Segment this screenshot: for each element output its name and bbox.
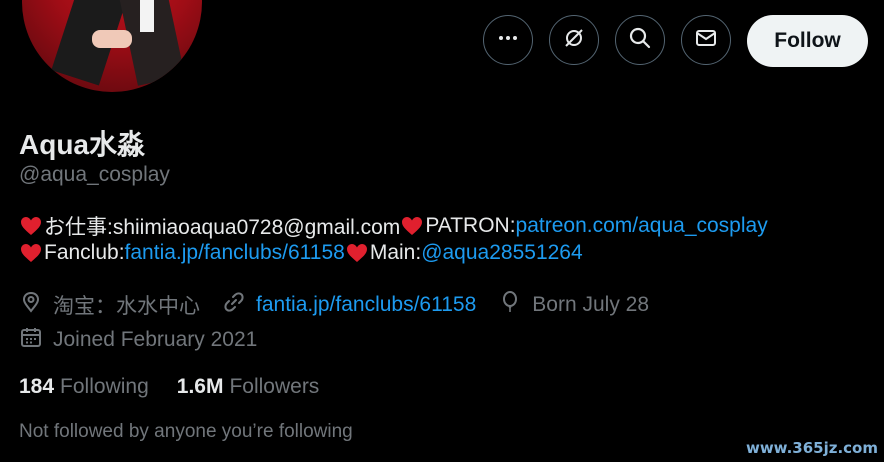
follow-stats: 184 Following 1.6M Followers (19, 375, 347, 399)
bio-text: Main: (369, 241, 422, 264)
followers-count: 1.6M (176, 375, 224, 398)
heart-icon (19, 241, 44, 265)
heart-icon (400, 214, 425, 238)
location: 淘宝：水水中心 (19, 290, 200, 320)
fanclub-link[interactable]: fantia.jp/fanclubs/61158 (125, 241, 345, 265)
avatar[interactable] (22, 0, 202, 92)
balloon-icon (498, 290, 532, 320)
search-button[interactable] (615, 15, 665, 65)
subscribe-icon (562, 26, 586, 55)
bio-text: PATRON: (425, 214, 516, 237)
following-label: Following (60, 375, 149, 398)
follow-button[interactable]: Follow (747, 15, 868, 67)
birthday-text: Born July 28 (532, 293, 650, 316)
watermark: www.365jz.com (745, 439, 878, 457)
followers-link[interactable]: 1.6M Followers (177, 375, 320, 399)
website: fantia.jp/fanclubs/61158 (222, 290, 476, 320)
more-button[interactable] (483, 15, 533, 65)
bio-line-2: Fanclub: fantia.jp/fanclubs/61158 Main: … (19, 241, 583, 265)
profile-meta: 淘宝：水水中心 fantia.jp/fanclubs/61158 Born Ju… (19, 290, 671, 320)
calendar-icon (19, 325, 53, 355)
more-icon (496, 26, 520, 55)
followers-label: Followers (229, 375, 320, 398)
profile-meta-joined: Joined February 2021 (19, 325, 279, 355)
link-icon (222, 290, 256, 320)
patreon-link[interactable]: patreon.com/aqua_cosplay (516, 214, 768, 238)
message-button[interactable] (681, 15, 731, 65)
bio-text: Fanclub: (44, 241, 125, 264)
following-count: 184 (19, 375, 55, 398)
heart-icon (19, 214, 44, 238)
heart-icon (345, 241, 370, 265)
subscribe-button[interactable] (549, 15, 599, 65)
search-icon (628, 26, 652, 55)
location-pin-icon (19, 290, 53, 320)
location-text: 淘宝：水水中心 (53, 295, 200, 318)
website-link[interactable]: fantia.jp/fanclubs/61158 (256, 293, 476, 317)
main-account-mention[interactable]: @aqua28551264 (421, 241, 582, 265)
joined: Joined February 2021 (19, 325, 257, 355)
message-icon (694, 26, 718, 55)
followed-by-note: Not followed by anyone you’re following (19, 421, 353, 442)
birthday: Born July 28 (498, 290, 649, 320)
joined-text: Joined February 2021 (53, 328, 258, 351)
profile-handle: @aqua_cosplay (19, 163, 170, 186)
bio-line-1: お仕事:shiimiaoaqua0728@gmail.com PATRON: p… (19, 211, 768, 241)
following-link[interactable]: 184 Following (19, 375, 149, 399)
profile-name: Aqua水淼 (19, 129, 146, 160)
bio-text: お仕事:shiimiaoaqua0728@gmail.com (44, 216, 401, 239)
